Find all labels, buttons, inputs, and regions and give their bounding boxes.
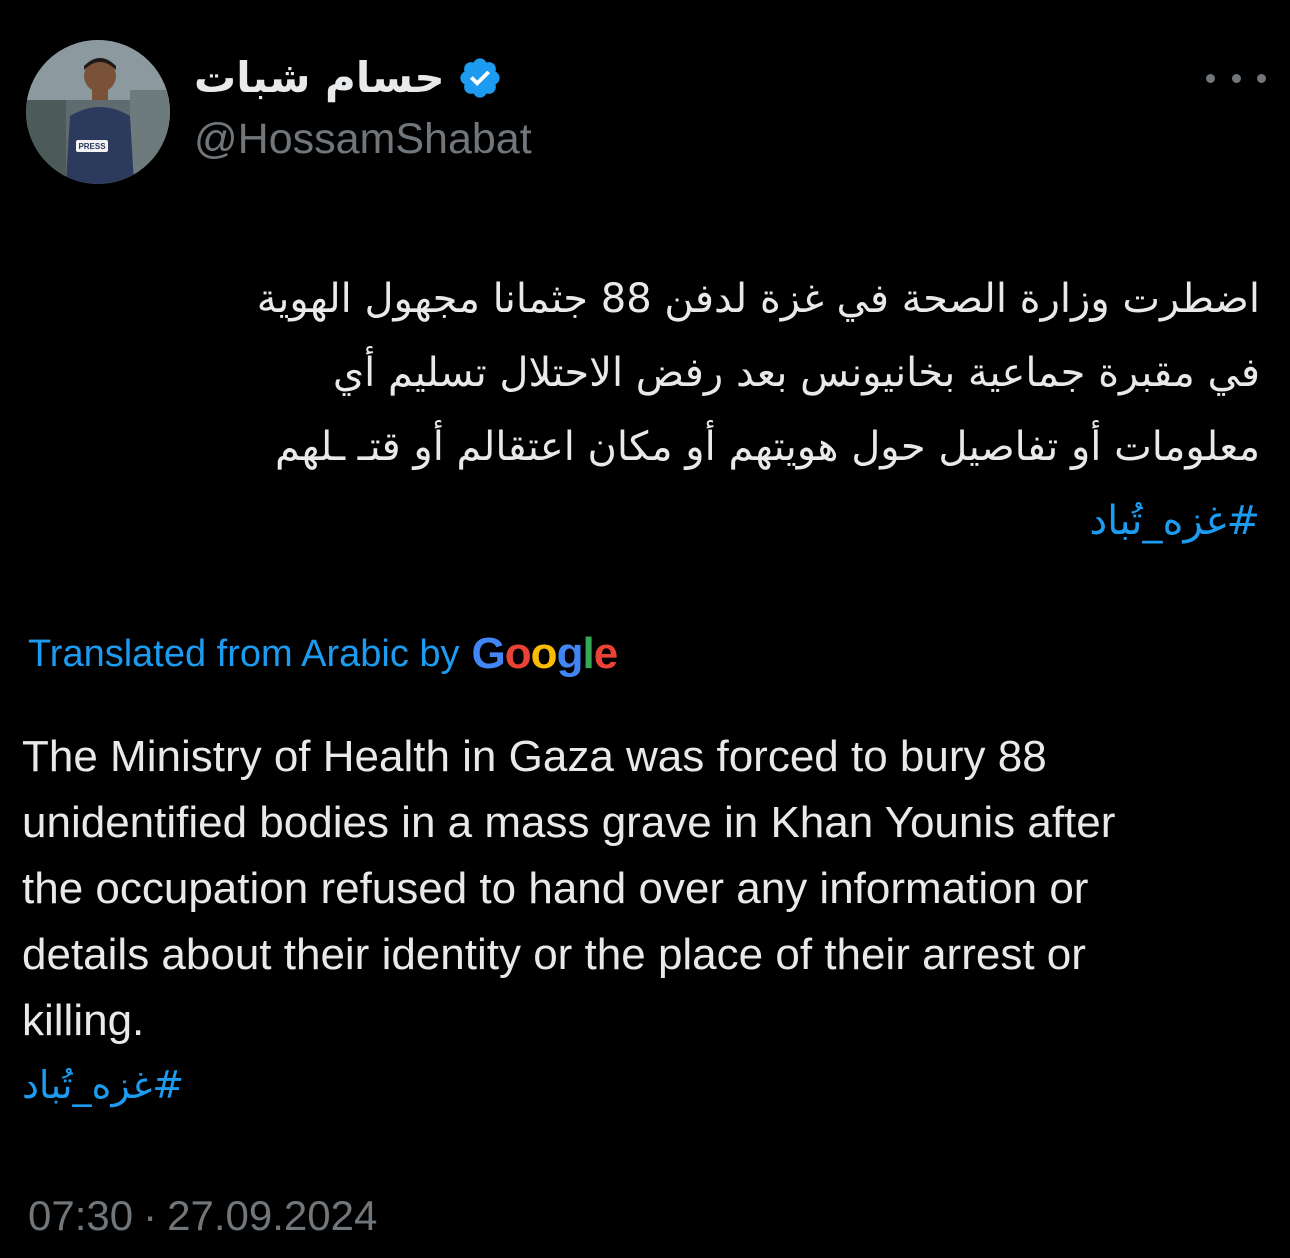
google-logo-letter: o: [530, 629, 558, 678]
timestamp-separator: ·: [143, 1192, 158, 1239]
translation-label: Translated from Arabic by: [28, 632, 460, 675]
arabic-line: اضطرت وزارة الصحة في غزة لدفن 88 جثمانا …: [256, 276, 1260, 322]
english-line: details about their identity or the plac…: [22, 930, 1086, 979]
translation-attribution[interactable]: Translated from Arabic by Google: [28, 622, 619, 686]
svg-text:PRESS: PRESS: [78, 142, 106, 151]
google-logo-letter: o: [504, 629, 532, 678]
english-line: killing.: [22, 996, 145, 1045]
user-handle[interactable]: @HossamShabat: [194, 114, 1094, 164]
hashtag-link[interactable]: #غزه_تُباد: [26, 484, 1260, 558]
display-name[interactable]: حسام شبات: [194, 48, 445, 108]
tweet-date: 27.09.2024: [167, 1192, 378, 1239]
verified-badge-icon: [457, 55, 503, 101]
google-logo-letter: l: [582, 629, 594, 678]
tweet-text-english: The Ministry of Health in Gaza was force…: [22, 724, 1262, 1054]
more-dot: [1231, 73, 1241, 83]
tweet-timestamp[interactable]: 07:30 · 27.09.2024: [28, 1186, 377, 1246]
author-block: حسام شبات @HossamShabat: [194, 48, 1094, 164]
arabic-line: في مقبرة جماعية بخانيونس بعد رفض الاحتلا…: [332, 350, 1260, 396]
google-logo: Google: [471, 629, 619, 679]
english-line: The Ministry of Health in Gaza was force…: [22, 732, 1047, 781]
english-line: unidentified bodies in a mass grave in K…: [22, 798, 1116, 847]
arabic-line: معلومات أو تفاصيل حول هويتهم أو مكان اعت…: [275, 424, 1260, 470]
name-row: حسام شبات: [194, 48, 1094, 108]
hashtag-link-translated[interactable]: #غزه_تُباد: [22, 1052, 184, 1118]
avatar-image: PRESS: [26, 40, 170, 184]
avatar[interactable]: PRESS: [26, 40, 170, 184]
google-logo-letter: G: [471, 629, 506, 678]
tweet-time: 07:30: [28, 1192, 134, 1239]
google-logo-letter: g: [556, 629, 584, 678]
tweet-card: PRESS حسام شبات @HossamShabat اضطرت وزار…: [0, 0, 1290, 1258]
tweet-text-arabic: اضطرت وزارة الصحة في غزة لدفن 88 جثمانا …: [26, 262, 1260, 558]
google-logo-letter: e: [593, 629, 619, 678]
more-options-icon[interactable]: [1206, 64, 1266, 92]
more-dot: [1257, 73, 1266, 83]
more-dot: [1206, 73, 1215, 83]
english-line: the occupation refused to hand over any …: [22, 864, 1089, 913]
